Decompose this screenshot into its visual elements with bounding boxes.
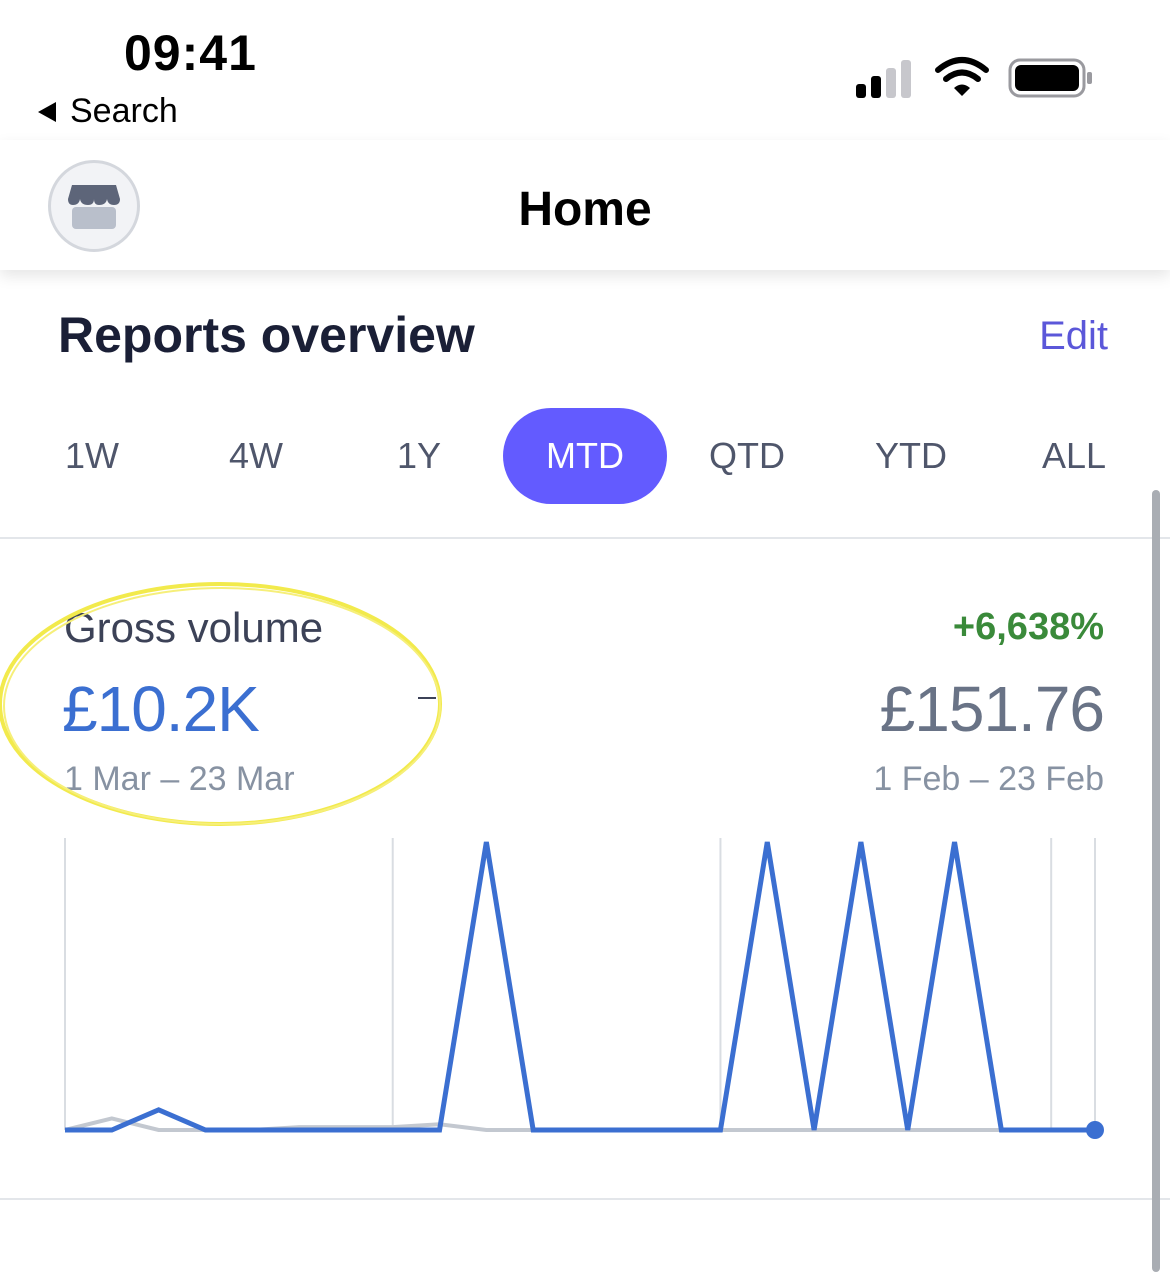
tab-ytd[interactable]: YTD	[849, 408, 973, 504]
range-tabs: 1W 4W 1Y MTD QTD YTD ALL	[0, 408, 1170, 504]
back-label: Search	[70, 92, 178, 130]
comparison-change: +6,638%	[952, 606, 1104, 648]
tab-all[interactable]: ALL	[1012, 408, 1136, 504]
tab-4w[interactable]: 4W	[194, 408, 318, 504]
current-point-marker	[1086, 1121, 1104, 1139]
divider	[0, 537, 1170, 539]
signal-icon	[856, 58, 916, 98]
gross-volume-chart[interactable]	[0, 830, 1170, 1160]
edit-button[interactable]: Edit	[1039, 314, 1108, 359]
comparison-value: £151.76	[879, 673, 1105, 745]
status-time: 09:41	[124, 25, 257, 81]
divider	[0, 1198, 1170, 1200]
tab-1w[interactable]: 1W	[30, 408, 154, 504]
reports-title: Reports overview	[58, 307, 475, 363]
current-period-line	[65, 841, 1095, 1133]
comparison-date-range: 1 Feb – 23 Feb	[873, 760, 1104, 798]
page-title: Home	[518, 183, 652, 236]
tab-qtd[interactable]: QTD	[685, 408, 809, 504]
back-to-search-button[interactable]: Search	[38, 92, 178, 131]
battery-icon	[1008, 58, 1092, 98]
wifi-icon	[935, 57, 989, 96]
tab-1y[interactable]: 1Y	[357, 408, 481, 504]
scrollbar[interactable]	[1152, 490, 1160, 1272]
tab-mtd[interactable]: MTD	[503, 408, 667, 504]
highlight-ring	[0, 582, 442, 826]
nav-bar: Home	[0, 140, 1170, 270]
back-arrow-icon	[38, 101, 56, 122]
